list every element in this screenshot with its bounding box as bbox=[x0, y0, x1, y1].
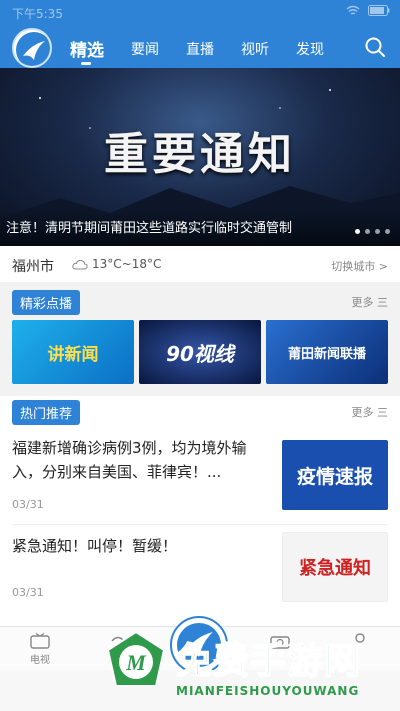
app-logo[interactable] bbox=[12, 28, 52, 68]
news-item[interactable]: 福建新增确诊病例3例，均为境外输入，分别来自美国、菲律宾！... 03/31 疫… bbox=[0, 430, 400, 520]
section-highlights-header: 精彩点播 更多 三 bbox=[0, 288, 400, 315]
wifi-icon bbox=[346, 5, 360, 15]
list-divider bbox=[12, 524, 388, 525]
watermark-title: 免费手游网 bbox=[175, 640, 362, 683]
watermark-logo: M bbox=[106, 630, 166, 687]
video-card-title: 讲新闻 bbox=[47, 344, 99, 365]
news-item[interactable]: 紧急通知！叫停！暂缓！ 03/31 紧急通知 bbox=[0, 530, 400, 620]
status-icons bbox=[346, 5, 390, 17]
cloud-icon bbox=[72, 259, 88, 269]
news-title: 福建新增确诊病例3例，均为境外输入，分别来自美国、菲律宾！... bbox=[12, 439, 247, 481]
highlights-more-link[interactable]: 更多 三 bbox=[352, 294, 389, 310]
video-card[interactable]: 讲新闻 bbox=[12, 320, 134, 384]
video-card[interactable]: 90视线 bbox=[139, 320, 261, 384]
top-nav: 精选 要闻 直播 视听 发现 bbox=[70, 36, 351, 65]
news-thumbnail-text: 疫情速报 bbox=[296, 465, 373, 488]
status-bar: 下午5:35 bbox=[0, 0, 400, 24]
svg-text:M: M bbox=[125, 650, 147, 675]
city-name: 福州市 bbox=[12, 259, 54, 275]
weather-bar: 福州市 13°C~18°C 切换城市 > bbox=[0, 246, 400, 282]
watermark-subtitle: MIANFEISHOUYOUWANG bbox=[176, 684, 360, 698]
video-card-title: 莆田新闻联播 bbox=[287, 346, 366, 362]
hot-more-link[interactable]: 更多 三 bbox=[352, 404, 389, 420]
news-date: 03/31 bbox=[12, 498, 44, 511]
tab-live[interactable]: 直播 bbox=[186, 39, 214, 59]
top-bar: 下午5:35 精选 要闻 直播 视听 发现 bbox=[0, 0, 400, 68]
news-thumbnail: 紧急通知 bbox=[282, 532, 388, 602]
tab-featured[interactable]: 精选 bbox=[70, 36, 104, 65]
weather-info: 13°C~18°C bbox=[72, 257, 161, 271]
news-thumbnail: 疫情速报 bbox=[282, 440, 388, 510]
carousel-dot[interactable] bbox=[365, 229, 370, 234]
app-screen: 下午5:35 精选 要闻 直播 视听 发现 重要通知 注意！清明节期间莆田这些道… bbox=[0, 0, 400, 711]
banner-title: 重要通知 bbox=[104, 129, 296, 180]
battery-icon bbox=[368, 5, 390, 16]
tab-media[interactable]: 视听 bbox=[241, 39, 269, 59]
tab-news[interactable]: 要闻 bbox=[131, 39, 159, 59]
news-list: 福建新增确诊病例3例，均为境外输入，分别来自美国、菲律宾！... 03/31 疫… bbox=[0, 396, 400, 636]
video-card-row: 讲新闻 90视线 莆田新闻联播 bbox=[12, 320, 392, 384]
watermark-overlay: M 免费手游网 MIANFEISHOUYOUWANG bbox=[0, 618, 400, 711]
search-icon[interactable] bbox=[364, 36, 386, 58]
video-card[interactable]: 莆田新闻联播 bbox=[266, 320, 388, 384]
video-card-title: 90视线 bbox=[166, 341, 234, 366]
news-title: 紧急通知！叫停！暂缓！ bbox=[12, 537, 178, 555]
switch-city-link[interactable]: 切换城市 > bbox=[331, 258, 388, 274]
news-thumbnail-text: 紧急通知 bbox=[299, 558, 371, 579]
news-date: 03/31 bbox=[12, 586, 44, 599]
banner-caption[interactable]: 注意！清明节期间莆田这些道路实行临时交通管制 bbox=[6, 217, 292, 236]
section-hot-title: 热门推荐 bbox=[12, 400, 81, 425]
carousel-dot[interactable] bbox=[375, 229, 380, 234]
section-highlights-title: 精彩点播 bbox=[12, 290, 81, 315]
carousel-dot[interactable] bbox=[355, 229, 360, 234]
carousel-dot[interactable] bbox=[385, 229, 390, 234]
section-hot-header: 热门推荐 更多 三 bbox=[0, 398, 400, 425]
banner-carousel[interactable]: 重要通知 注意！清明节期间莆田这些道路实行临时交通管制 bbox=[0, 68, 400, 246]
carousel-dots bbox=[355, 229, 390, 234]
status-time: 下午5:35 bbox=[12, 7, 63, 21]
tab-discover[interactable]: 发现 bbox=[296, 39, 324, 59]
temperature: 13°C~18°C bbox=[92, 257, 162, 271]
